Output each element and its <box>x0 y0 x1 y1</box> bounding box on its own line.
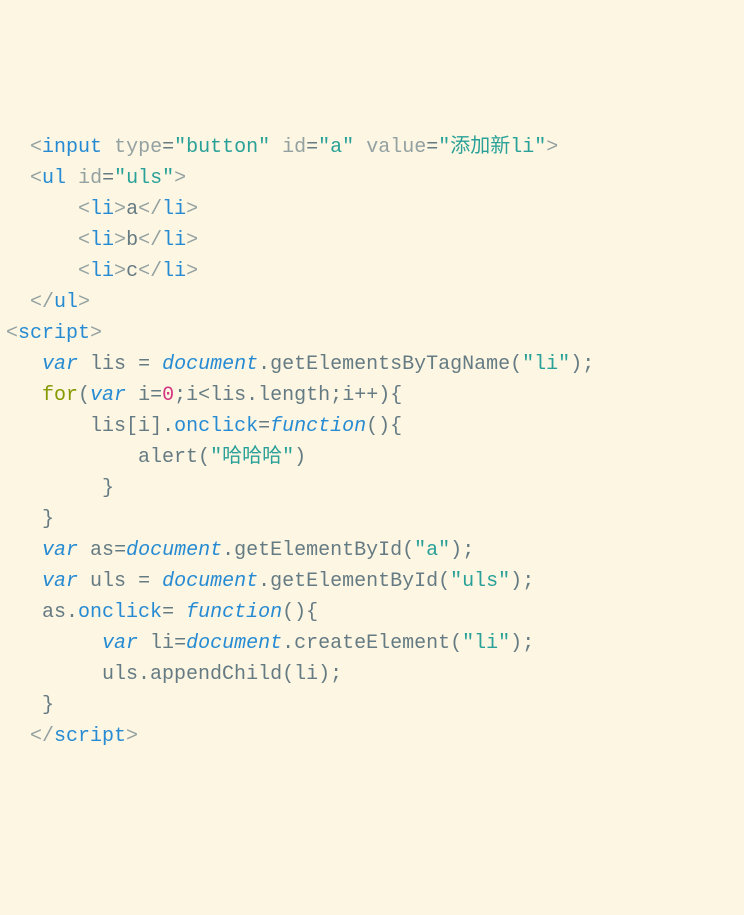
code-line-19: } <box>6 694 54 717</box>
code-line-9: for(var i=0;i<lis.length;i++){ <box>6 384 402 407</box>
tag-li: li <box>90 198 114 221</box>
code-line-3: <li>a</li> <box>6 198 198 221</box>
code-line-16: as.onclick= function(){ <box>6 601 318 624</box>
keyword-for: for <box>42 384 78 407</box>
brace-close: } <box>102 477 114 500</box>
ident-lis: lis <box>90 353 126 376</box>
ident-i: i <box>138 384 150 407</box>
method-getelementbyid: getElementById <box>234 539 402 562</box>
ident-i: i <box>138 415 150 438</box>
prop-onclick: onclick <box>174 415 258 438</box>
number-zero: 0 <box>162 384 174 407</box>
code-line-2: <ul id="uls"> <box>6 167 186 190</box>
keyword-function: function <box>270 415 366 438</box>
method-appendchild: appendChild <box>150 663 282 686</box>
tag-script-close: script <box>54 725 126 748</box>
code-line-6: </ul> <box>6 291 90 314</box>
tag-ul-close: ul <box>54 291 78 314</box>
prop-onclick: onclick <box>78 601 162 624</box>
li-text-c: c <box>126 260 138 283</box>
ident-uls: uls <box>102 663 138 686</box>
ident-lis: lis <box>90 415 126 438</box>
keyword-var: var <box>42 539 78 562</box>
code-line-10: lis[i].onclick=function(){ <box>6 415 402 438</box>
method-getelementbyid: getElementById <box>270 570 438 593</box>
code-line-4: <li>b</li> <box>6 229 198 252</box>
tag-input: input <box>42 136 102 159</box>
tag-ul: ul <box>42 167 66 190</box>
attr-id: id <box>282 136 306 159</box>
bracket: < <box>30 136 42 159</box>
attr-type: type <box>114 136 162 159</box>
tag-script: script <box>18 322 90 345</box>
attr-type-value: "button" <box>174 136 270 159</box>
for-increment: i++ <box>342 384 378 407</box>
li-text-b: b <box>126 229 138 252</box>
ident-uls: uls <box>90 570 126 593</box>
tag-li: li <box>90 260 114 283</box>
method-getelementsbytagname: getElementsByTagName <box>270 353 510 376</box>
code-line-12: } <box>6 477 114 500</box>
attr-value-value: "添加新li" <box>438 136 546 159</box>
document-object: document <box>162 570 258 593</box>
li-text-a: a <box>126 198 138 221</box>
ident-as: as <box>42 601 66 624</box>
brace-close: } <box>42 694 54 717</box>
document-object: document <box>126 539 222 562</box>
ident-as: as <box>90 539 114 562</box>
keyword-var: var <box>42 570 78 593</box>
keyword-var: var <box>42 353 78 376</box>
attr-id: id <box>78 167 102 190</box>
string-uls: "uls" <box>450 570 510 593</box>
string-li: "li" <box>522 353 570 376</box>
tag-li: li <box>90 229 114 252</box>
code-line-8: var lis = document.getElementsByTagName(… <box>6 353 594 376</box>
string-hahaha: "哈哈哈" <box>210 446 294 469</box>
method-alert: alert <box>138 446 198 469</box>
code-line-14: var as=document.getElementById("a"); <box>6 539 474 562</box>
code-line-15: var uls = document.getElementById("uls")… <box>6 570 534 593</box>
brace-close: } <box>42 508 54 531</box>
code-line-5: <li>c</li> <box>6 260 198 283</box>
for-condition: i<lis.length <box>186 384 330 407</box>
document-object: document <box>162 353 258 376</box>
code-line-13: } <box>6 508 54 531</box>
bracket: > <box>546 136 558 159</box>
arg-li: li <box>294 663 318 686</box>
string-a: "a" <box>414 539 450 562</box>
code-block: <input type="button" id="a" value="添加新li… <box>6 132 738 752</box>
code-line-1: <input type="button" id="a" value="添加新li… <box>6 136 558 159</box>
code-line-7: <script> <box>6 322 102 345</box>
keyword-var: var <box>90 384 126 407</box>
code-line-20: </script> <box>6 725 138 748</box>
attr-id-value: "a" <box>318 136 354 159</box>
code-line-11: alert("哈哈哈") <box>6 446 306 469</box>
attr-value: value <box>366 136 426 159</box>
keyword-function: function <box>186 601 282 624</box>
code-line-18: uls.appendChild(li); <box>6 663 342 686</box>
attr-id-value: "uls" <box>114 167 174 190</box>
